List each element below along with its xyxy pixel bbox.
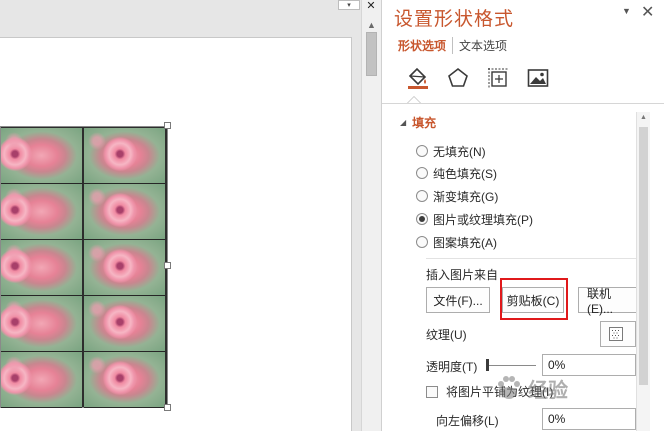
flower-tile bbox=[1, 184, 82, 240]
fill-section-title: 填充 bbox=[412, 116, 437, 130]
texture-swatch-icon bbox=[609, 327, 623, 341]
pane-close-icon[interactable]: ✕ bbox=[641, 2, 654, 22]
transparency-slider-thumb[interactable] bbox=[486, 359, 489, 371]
radio-label: 图片或纹理填充(P) bbox=[433, 212, 533, 227]
online-button[interactable]: 联机(E)... bbox=[578, 287, 636, 316]
flower-tile bbox=[84, 240, 165, 296]
flower-tile bbox=[84, 296, 165, 352]
tab-text-options[interactable]: 文本选项 bbox=[453, 37, 507, 54]
texture-label: 纹理(U) bbox=[426, 328, 467, 342]
tile-checkbox[interactable] bbox=[426, 385, 438, 398]
tiled-picture-shape[interactable] bbox=[0, 126, 168, 408]
watermark: 经验 bbox=[494, 371, 640, 405]
resize-handle-bottom-right[interactable] bbox=[164, 404, 171, 411]
radio-gradient-fill[interactable]: 渐变填充(G) bbox=[416, 187, 498, 205]
clipboard-highlight-annotation bbox=[500, 278, 568, 320]
document-area bbox=[0, 0, 361, 431]
subsection-divider bbox=[426, 258, 636, 259]
file-button[interactable]: 文件(F)... bbox=[426, 287, 490, 313]
fill-line-icon[interactable] bbox=[398, 64, 438, 92]
radio-label: 纯色填充(S) bbox=[433, 166, 497, 181]
effects-pentagon-icon[interactable] bbox=[438, 64, 478, 92]
format-shape-pane: 设置形状格式 ▼ ✕ 形状选项 文本选项 ◢ 填充 无填充(N) 纯色填充(S)… bbox=[381, 0, 664, 431]
picture-icon[interactable] bbox=[518, 64, 558, 92]
texture-picker-button[interactable] bbox=[600, 321, 636, 347]
pane-divider bbox=[382, 103, 664, 104]
pane-tabs: 形状选项 文本选项 bbox=[398, 36, 507, 54]
radio-label: 渐变填充(G) bbox=[433, 189, 499, 204]
flower-tile bbox=[84, 352, 165, 408]
radio-button[interactable] bbox=[416, 190, 428, 202]
pane-scroll-up-icon[interactable]: ▲ bbox=[637, 114, 650, 124]
doc-vertical-scrollbar[interactable]: ▲ bbox=[361, 0, 381, 431]
resize-handle-top-right[interactable] bbox=[164, 122, 171, 129]
flower-tile bbox=[1, 296, 82, 352]
size-properties-icon[interactable] bbox=[478, 64, 518, 92]
paw-logo-icon bbox=[498, 376, 520, 399]
pane-scroll-thumb[interactable] bbox=[639, 127, 648, 385]
insert-picture-from-label: 插入图片来自 bbox=[426, 268, 499, 282]
radio-pattern-fill[interactable]: 图案填充(A) bbox=[416, 233, 497, 251]
flower-tile bbox=[84, 128, 165, 184]
flower-tile bbox=[1, 240, 82, 296]
radio-button-checked[interactable] bbox=[416, 213, 428, 225]
offset-left-label: 向左偏移(L) bbox=[436, 414, 499, 428]
tab-shape-options[interactable]: 形状选项 bbox=[398, 36, 454, 54]
offset-left-input[interactable]: 0% bbox=[542, 408, 636, 430]
transparency-label: 透明度(T) bbox=[426, 360, 478, 374]
doc-dropdown-button[interactable]: ▾ bbox=[338, 0, 360, 10]
radio-solid-fill[interactable]: 纯色填充(S) bbox=[416, 164, 497, 182]
scroll-up-arrow-icon[interactable]: ▲ bbox=[362, 18, 381, 32]
resize-handle-right[interactable] bbox=[164, 262, 171, 269]
radio-no-fill[interactable]: 无填充(N) bbox=[416, 142, 486, 160]
radio-label: 无填充(N) bbox=[433, 144, 486, 159]
transparency-slider-track[interactable] bbox=[488, 365, 536, 366]
radio-label: 图案填充(A) bbox=[433, 235, 497, 250]
flower-tile bbox=[1, 128, 82, 184]
radio-button[interactable] bbox=[416, 167, 428, 179]
fill-section-header[interactable]: ◢ 填充 bbox=[400, 114, 436, 131]
radio-picture-texture-fill[interactable]: 图片或纹理填充(P) bbox=[416, 210, 533, 228]
pane-options-dropdown-icon[interactable]: ▼ bbox=[622, 6, 631, 16]
collapse-caret-icon[interactable]: ◢ bbox=[400, 118, 406, 127]
doc-close-icon[interactable]: ✕ bbox=[361, 0, 381, 12]
pane-title: 设置形状格式 bbox=[394, 9, 515, 30]
category-icon-row bbox=[398, 64, 558, 92]
radio-button[interactable] bbox=[416, 236, 428, 248]
watermark-text: 经验 bbox=[528, 379, 568, 402]
radio-button[interactable] bbox=[416, 145, 428, 157]
flower-tile bbox=[84, 184, 165, 240]
doc-scroll-thumb[interactable] bbox=[366, 32, 377, 76]
flower-tile bbox=[1, 352, 82, 408]
